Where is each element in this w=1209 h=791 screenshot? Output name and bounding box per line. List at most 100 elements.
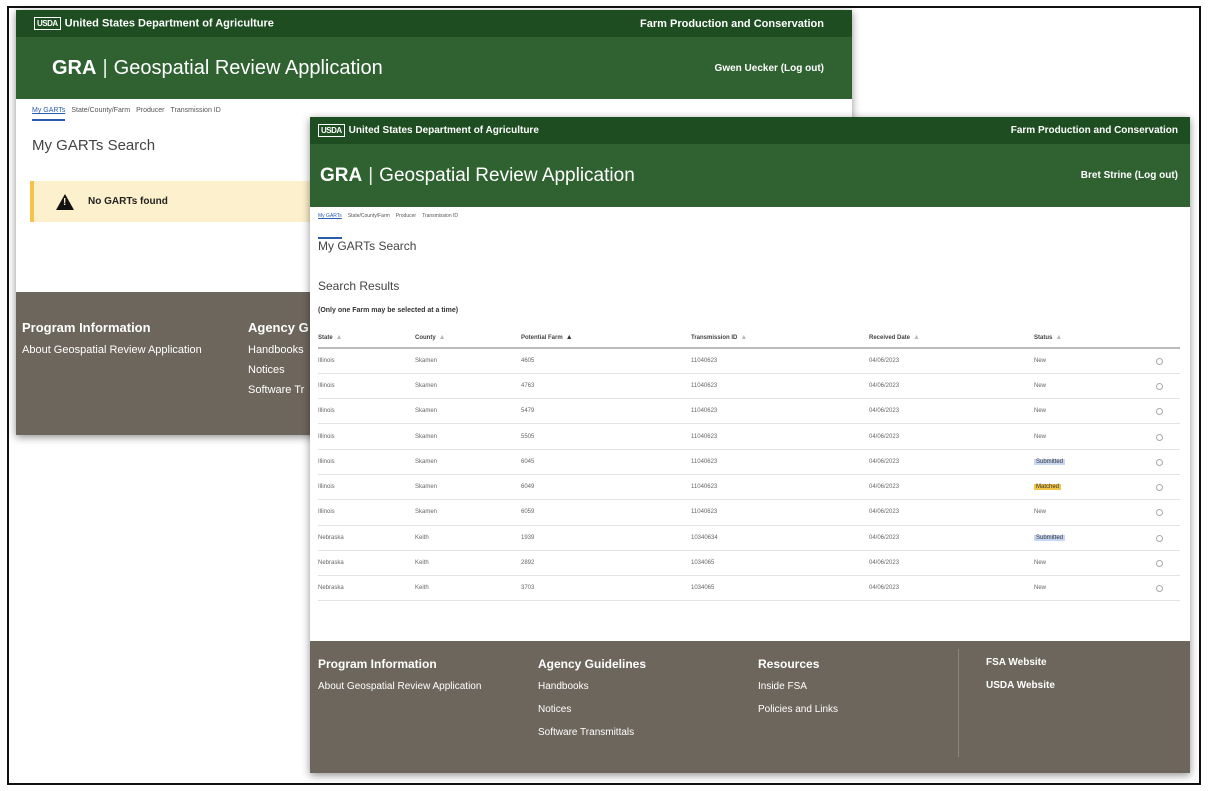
table-row[interactable]: Illinois Skamen 5479 11040623 04/06/2023 New [318, 398, 1180, 425]
radio-icon[interactable] [1156, 509, 1163, 517]
footer-notices-link[interactable]: Notices [538, 704, 646, 715]
cell-county: Skamen [415, 484, 438, 491]
cell-received-date: 04/06/2023 [869, 484, 900, 491]
footer-policies-link[interactable]: Policies and Links [758, 704, 838, 715]
table-row[interactable]: Nebraska Keith 3703 1034065 04/06/2023 New [318, 575, 1180, 602]
cell-potential-farm: 4763 [521, 382, 535, 389]
cell-transmission-id: 10340634 [691, 534, 718, 541]
app-brand[interactable]: GRA | Geospatial Review Application [52, 57, 383, 80]
radio-icon[interactable] [1156, 585, 1163, 593]
user-logout-link[interactable]: Bret Strine (Log out) [1081, 170, 1178, 181]
col-status[interactable]: Status ▲ [1034, 327, 1139, 349]
footer-program-heading: Program Information [22, 320, 151, 335]
cell-transmission-id: 11040623 [691, 408, 718, 415]
app-header: GRA | Geospatial Review Application Bret S… [310, 144, 1190, 207]
cell-potential-farm: 5479 [521, 408, 535, 415]
cell-county: Skamen [415, 433, 438, 440]
tab-state-county-farm[interactable]: State/County/Farm [71, 107, 130, 121]
col-transmission-id[interactable]: Transmission ID ▲ [691, 327, 869, 349]
sort-arrow-icon: ▲ [913, 333, 920, 341]
cell-state: Illinois [318, 433, 335, 440]
agency-name[interactable]: USDA United States Department of Agricult… [34, 17, 274, 30]
status-badge: New [1034, 433, 1047, 440]
search-nav: My GARTs State/County/Farm Producer Tran… [310, 207, 1190, 239]
table-row[interactable]: Illinois Skamen 6049 11040623 04/06/2023 Matc… [318, 474, 1180, 501]
app-brand[interactable]: GRA | Geospatial Review Application [320, 165, 635, 187]
cell-potential-farm: 1939 [521, 534, 535, 541]
cell-county: Skamen [415, 357, 438, 364]
tab-transmission-id[interactable]: Transmission ID [422, 213, 458, 239]
footer-handbooks-link[interactable]: Handbooks [248, 344, 309, 356]
tab-my-garts[interactable]: My GARTs [32, 107, 66, 121]
table-row[interactable]: Nebraska Keith 1939 10340634 04/06/2023 Submi… [318, 525, 1180, 551]
cell-state: Illinois [318, 382, 335, 389]
cell-state: Nebraska [318, 534, 344, 541]
radio-icon[interactable] [1156, 382, 1163, 390]
tab-producer[interactable]: Producer [396, 213, 416, 239]
cell-transmission-id: 11040623 [691, 484, 718, 491]
cell-received-date: 04/06/2023 [869, 585, 900, 592]
col-received-date[interactable]: Received Date ▲ [869, 327, 1034, 349]
radio-icon[interactable] [1156, 458, 1163, 466]
radio-icon[interactable] [1156, 408, 1163, 416]
footer-inside-fsa-link[interactable]: Inside FSA [758, 681, 838, 692]
cell-transmission-id: 11040623 [691, 509, 718, 516]
footer-program-heading: Program Information [318, 657, 437, 671]
footer-agency-heading: Agency Guidelines [538, 657, 647, 671]
table-row[interactable]: Illinois Skamen 6059 11040623 04/06/2023 New [318, 499, 1180, 526]
radio-icon[interactable] [1156, 484, 1163, 492]
tab-state-county-farm[interactable]: State/County/Farm [348, 213, 390, 239]
user-logout-link[interactable]: Gwen Uecker (Log out) [715, 63, 824, 74]
status-badge: New [1034, 382, 1047, 389]
sort-arrow-icon: ▲ [1055, 333, 1063, 341]
col-state[interactable]: State ▲ [318, 327, 415, 349]
tab-my-garts[interactable]: My GARTs [318, 213, 342, 239]
status-badge: Submitted [1034, 534, 1066, 541]
col-county[interactable]: County ▲ [415, 327, 521, 349]
agency-name[interactable]: USDA United States Department of Agricult… [318, 124, 539, 137]
mission-area: Farm Production and Conservation [1010, 125, 1178, 136]
tab-transmission-id[interactable]: Transmission ID [170, 107, 220, 121]
tab-producer[interactable]: Producer [136, 107, 164, 121]
radio-icon[interactable] [1156, 357, 1163, 365]
table-row[interactable]: Nebraska Keith 2892 1034065 04/06/2023 New [318, 550, 1180, 577]
footer-usda-website-link[interactable]: USDA Website [986, 680, 1055, 691]
front-footer: Program Information About Geospatial Rev… [310, 641, 1190, 773]
cell-state: Illinois [318, 458, 335, 465]
table-row[interactable]: Illinois Skamen 5505 11040623 04/06/2023 New [318, 423, 1180, 450]
footer-software-link[interactable]: Software Transmittals [538, 727, 646, 738]
footer-fsa-website-link[interactable]: FSA Website [986, 657, 1055, 668]
selection-note: (Only one Farm may be selected at a time… [318, 307, 459, 314]
cell-transmission-id: 11040623 [691, 458, 718, 465]
footer-resources-heading: Resources [758, 657, 820, 671]
footer-handbooks-link[interactable]: Handbooks [538, 681, 646, 692]
radio-icon[interactable] [1156, 560, 1163, 568]
cell-received-date: 04/06/2023 [869, 382, 900, 389]
cell-county: Skamen [415, 509, 438, 516]
footer-notices-link[interactable]: Notices [248, 364, 309, 376]
status-badge: New [1034, 357, 1047, 364]
footer-about-link[interactable]: About Geospatial Review Application [22, 344, 202, 356]
status-badge: New [1034, 560, 1047, 567]
table-row[interactable]: Illinois Skamen 4763 11040623 04/06/2023 New [318, 373, 1180, 400]
cell-state: Nebraska [318, 585, 344, 592]
table-header-row: State ▲ County ▲ Potential Farm ▲ Transmiss… [318, 327, 1180, 349]
app-header: GRA | Geospatial Review Application Gwen U… [16, 37, 852, 99]
cell-transmission-id: 11040623 [691, 357, 718, 364]
alert-text: No GARTs found [88, 196, 168, 207]
radio-icon[interactable] [1156, 534, 1163, 542]
cell-transmission-id: 1034065 [691, 560, 715, 567]
cell-received-date: 04/06/2023 [869, 534, 900, 541]
cell-state: Illinois [318, 357, 335, 364]
col-potential-farm[interactable]: Potential Farm ▲ [521, 327, 691, 349]
table-row[interactable]: Illinois Skamen 6045 11040623 04/06/2023 Subm… [318, 449, 1180, 475]
cell-received-date: 04/06/2023 [869, 509, 900, 516]
cell-potential-farm: 6059 [521, 509, 535, 516]
footer-about-link[interactable]: About Geospatial Review Application [318, 681, 481, 692]
footer-software-link[interactable]: Software Tr [248, 384, 309, 396]
table-row[interactable]: Illinois Skamen 4605 11040623 04/06/2023 New [318, 348, 1180, 374]
cell-received-date: 04/06/2023 [869, 357, 900, 364]
radio-icon[interactable] [1156, 433, 1163, 441]
cell-county: Keith [415, 585, 429, 592]
cell-potential-farm: 2892 [521, 560, 535, 567]
